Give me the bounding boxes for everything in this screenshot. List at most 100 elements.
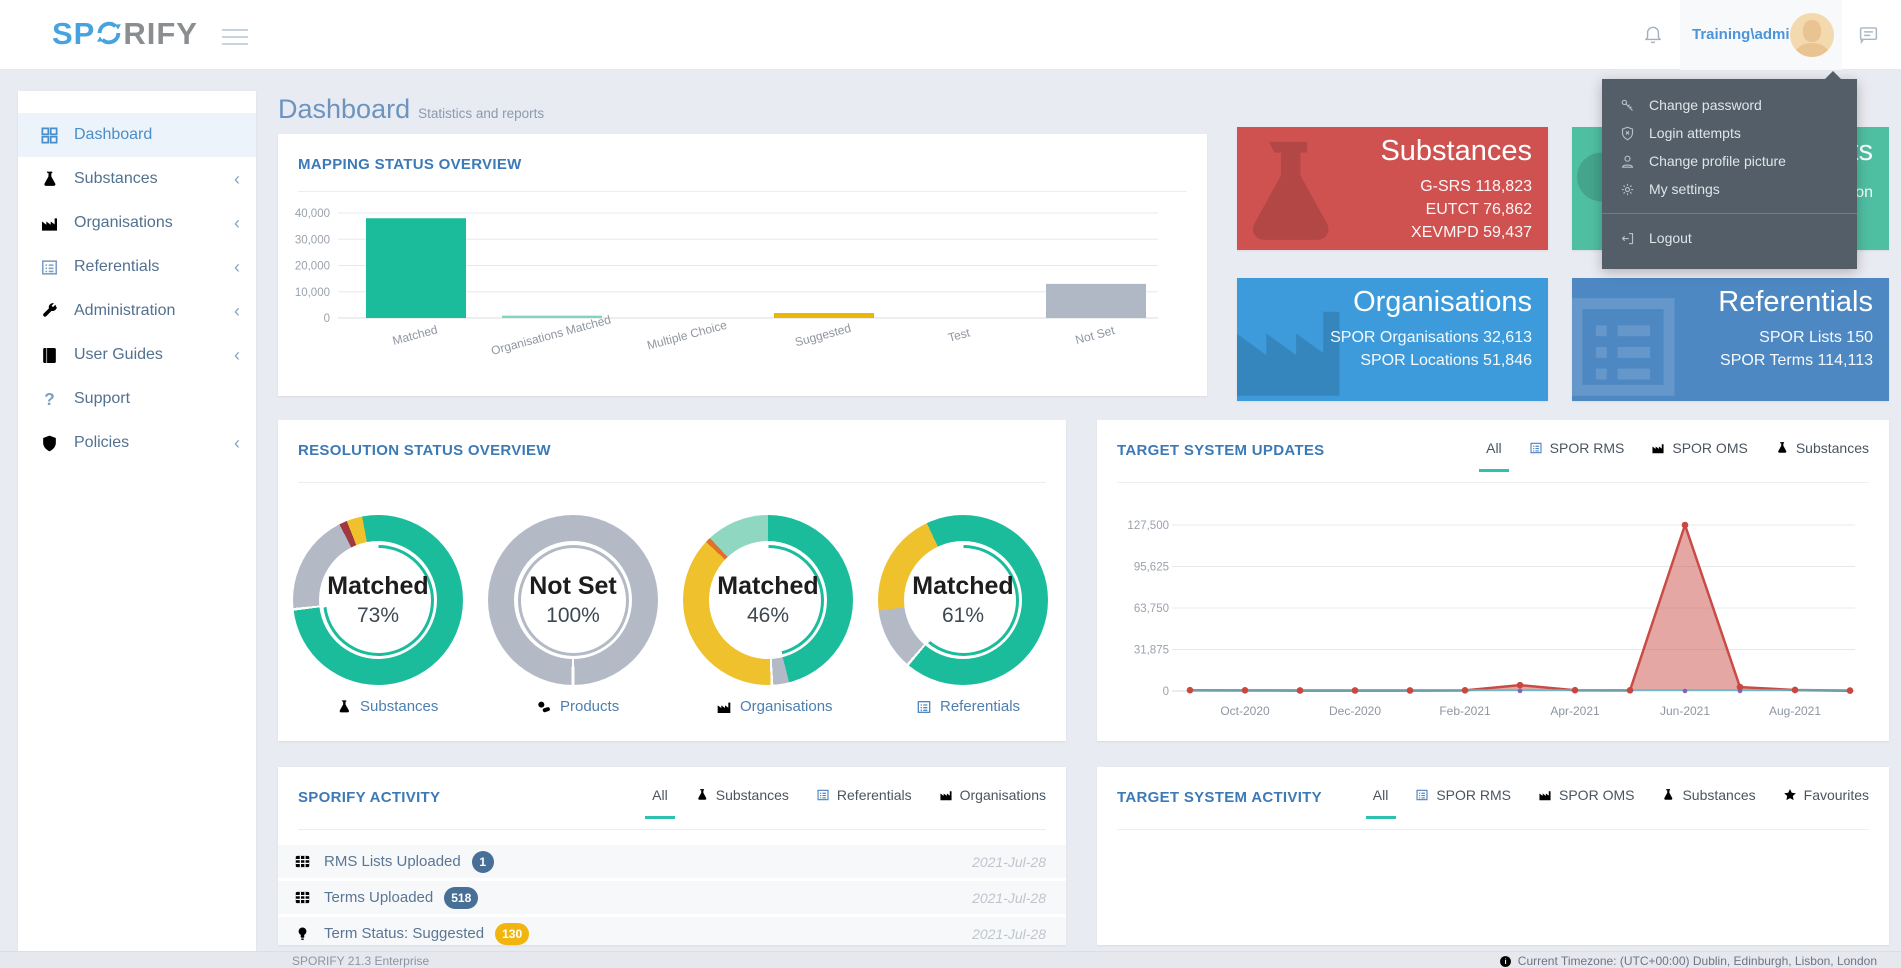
sidebar: Dashboard Substances ‹ Organisations ‹ R… — [18, 91, 256, 951]
tab-favourites[interactable]: Favourites — [1783, 787, 1869, 819]
sidebar-item-support[interactable]: Support — [18, 377, 256, 421]
divider — [1117, 829, 1869, 830]
chevron-left-icon: ‹ — [234, 434, 240, 452]
sporify-activity-tabs: All Substances Referentials Organisation… — [652, 787, 1046, 819]
referentials-info-card[interactable]: Referentials SPOR Lists 150SPOR Terms 11… — [1572, 278, 1889, 401]
factory-icon — [716, 699, 732, 715]
tab-all[interactable]: All — [1373, 787, 1389, 819]
logo-text-rify: RIFY — [123, 16, 198, 51]
donut-category-substances[interactable]: Substances — [336, 698, 438, 715]
substances-donut-chart: Matched 73% — [293, 515, 463, 685]
sporify-logo[interactable]: SP RIFY — [52, 16, 198, 52]
activity-date: 2021-Jul-28 — [972, 890, 1046, 906]
sidebar-item-policies[interactable]: Policies ‹ — [18, 421, 256, 465]
avatar — [1790, 13, 1834, 57]
tab-referentials[interactable]: Referentials — [816, 787, 912, 819]
target-activity-tabs: All SPOR RMS SPOR OMS Substances Favouri… — [1373, 787, 1869, 819]
svg-text:Jun-2021: Jun-2021 — [1660, 704, 1710, 718]
menu-item-change-password[interactable]: Change password — [1602, 91, 1857, 119]
menu-item-my-settings[interactable]: My settings — [1602, 175, 1857, 203]
divider — [298, 482, 1046, 483]
count-badge: 130 — [495, 923, 529, 945]
flask-icon — [40, 170, 59, 189]
flask-icon — [1237, 131, 1353, 250]
svg-text:Dec-2020: Dec-2020 — [1329, 704, 1381, 718]
menu-toggle-button[interactable] — [222, 24, 248, 50]
list-icon — [40, 258, 59, 277]
tab-organisations[interactable]: Organisations — [939, 787, 1046, 819]
sidebar-item-organisations[interactable]: Organisations ‹ — [18, 201, 256, 245]
svg-text:Apr-2021: Apr-2021 — [1550, 704, 1600, 718]
list-icon — [1572, 282, 1688, 401]
svg-text:0: 0 — [1163, 686, 1169, 698]
svg-text:30,000: 30,000 — [295, 234, 330, 246]
sidebar-item-referentials[interactable]: Referentials ‹ — [18, 245, 256, 289]
sidebar-item-administration[interactable]: Administration ‹ — [18, 289, 256, 333]
list-icon — [916, 699, 932, 715]
svg-text:63,750: 63,750 — [1134, 603, 1169, 615]
tab-substances[interactable]: Substances — [1661, 787, 1755, 819]
shield-x-icon — [1620, 126, 1635, 141]
chat-icon[interactable] — [1858, 24, 1879, 49]
svg-text:Matched: Matched — [391, 322, 439, 347]
activity-row-terms-uploaded[interactable]: Terms Uploaded 518 2021-Jul-28 — [278, 881, 1066, 914]
activity-date: 2021-Jul-28 — [972, 854, 1046, 870]
activity-row-term-status-suggested[interactable]: Term Status: Suggested 130 2021-Jul-28 — [278, 917, 1066, 945]
svg-text:Oct-2020: Oct-2020 — [1220, 704, 1270, 718]
top-navbar: SP RIFY Training\admin — [0, 0, 1901, 70]
tab-substances[interactable]: Substances — [695, 787, 789, 819]
tab-spor-rms[interactable]: SPOR RMS — [1415, 787, 1511, 819]
version-label: SPORIFY 21.3 Enterprise — [292, 954, 429, 968]
svg-text:40,000: 40,000 — [295, 208, 330, 220]
svg-text:20,000: 20,000 — [295, 261, 330, 273]
divider — [298, 829, 1046, 830]
target-system-updates-card: TARGET SYSTEM UPDATES All SPOR RMS SPOR … — [1097, 420, 1889, 741]
page-title: DashboardStatistics and reports — [278, 94, 544, 125]
svg-text:0: 0 — [324, 313, 330, 325]
count-badge: 518 — [444, 887, 478, 909]
notifications-bell-icon[interactable] — [1643, 24, 1663, 48]
donut-category-products[interactable]: Products — [536, 698, 619, 715]
footer: SPORIFY 21.3 Enterprise Current Timezone… — [0, 951, 1901, 968]
chevron-left-icon: ‹ — [234, 346, 240, 364]
chevron-left-icon: ‹ — [234, 258, 240, 276]
svg-text:31,875: 31,875 — [1134, 645, 1169, 657]
menu-divider — [1602, 213, 1857, 214]
flask-icon — [695, 788, 709, 802]
tab-spor-oms[interactable]: SPOR OMS — [1538, 787, 1634, 819]
mapping-status-card: MAPPING STATUS OVERVIEW 010,00020,00030,… — [278, 134, 1207, 396]
target-system-activity-card: TARGET SYSTEM ACTIVITY All SPOR RMS SPOR… — [1097, 767, 1889, 945]
sync-arrows-icon — [95, 16, 123, 52]
pills-icon — [536, 699, 552, 715]
donut-category-organisations[interactable]: Organisations — [716, 698, 833, 715]
sidebar-item-dashboard[interactable]: Dashboard — [18, 113, 256, 157]
username: Training\admin — [1692, 26, 1799, 43]
donut-category-referentials[interactable]: Referentials — [916, 698, 1020, 715]
substances-info-card[interactable]: Substances G-SRS 118,823EUTCT 76,862XEVM… — [1237, 127, 1548, 250]
svg-text:Not Set: Not Set — [1074, 323, 1117, 347]
svg-text:Suggested: Suggested — [793, 321, 852, 349]
sidebar-item-substances[interactable]: Substances ‹ — [18, 157, 256, 201]
activity-row-rms-lists-uploaded[interactable]: RMS Lists Uploaded 1 2021-Jul-28 — [278, 845, 1066, 878]
flask-icon — [1661, 788, 1675, 802]
sidebar-item-user-guides[interactable]: User Guides ‹ — [18, 333, 256, 377]
user-menu-trigger[interactable]: Training\admin — [1680, 0, 1842, 70]
menu-item-login-attempts[interactable]: Login attempts — [1602, 119, 1857, 147]
sporify-activity-card: SPORIFY ACTIVITY All Substances Referent… — [278, 767, 1066, 945]
svg-text:127,500: 127,500 — [1127, 520, 1169, 532]
mapping-status-bar-chart: 010,00020,00030,00040,000MatchedOrganisa… — [278, 134, 1207, 396]
tab-all[interactable]: All — [652, 787, 668, 819]
organisations-info-card[interactable]: Organisations SPOR Organisations 32,613S… — [1237, 278, 1548, 401]
svg-text:Feb-2021: Feb-2021 — [1439, 704, 1491, 718]
chevron-left-icon: ‹ — [234, 302, 240, 320]
logo-text-sp: SP — [52, 16, 95, 51]
sporify-activity-title: SPORIFY ACTIVITY — [298, 789, 440, 806]
menu-item-logout[interactable]: Logout — [1602, 224, 1857, 252]
question-icon — [40, 390, 59, 409]
menu-item-change-profile-picture[interactable]: Change profile picture — [1602, 147, 1857, 175]
target-system-activity-title: TARGET SYSTEM ACTIVITY — [1117, 789, 1322, 806]
flask-icon — [336, 699, 352, 715]
page-subtitle: Statistics and reports — [418, 106, 544, 121]
logout-icon — [1620, 231, 1635, 246]
grid-icon — [40, 126, 59, 145]
